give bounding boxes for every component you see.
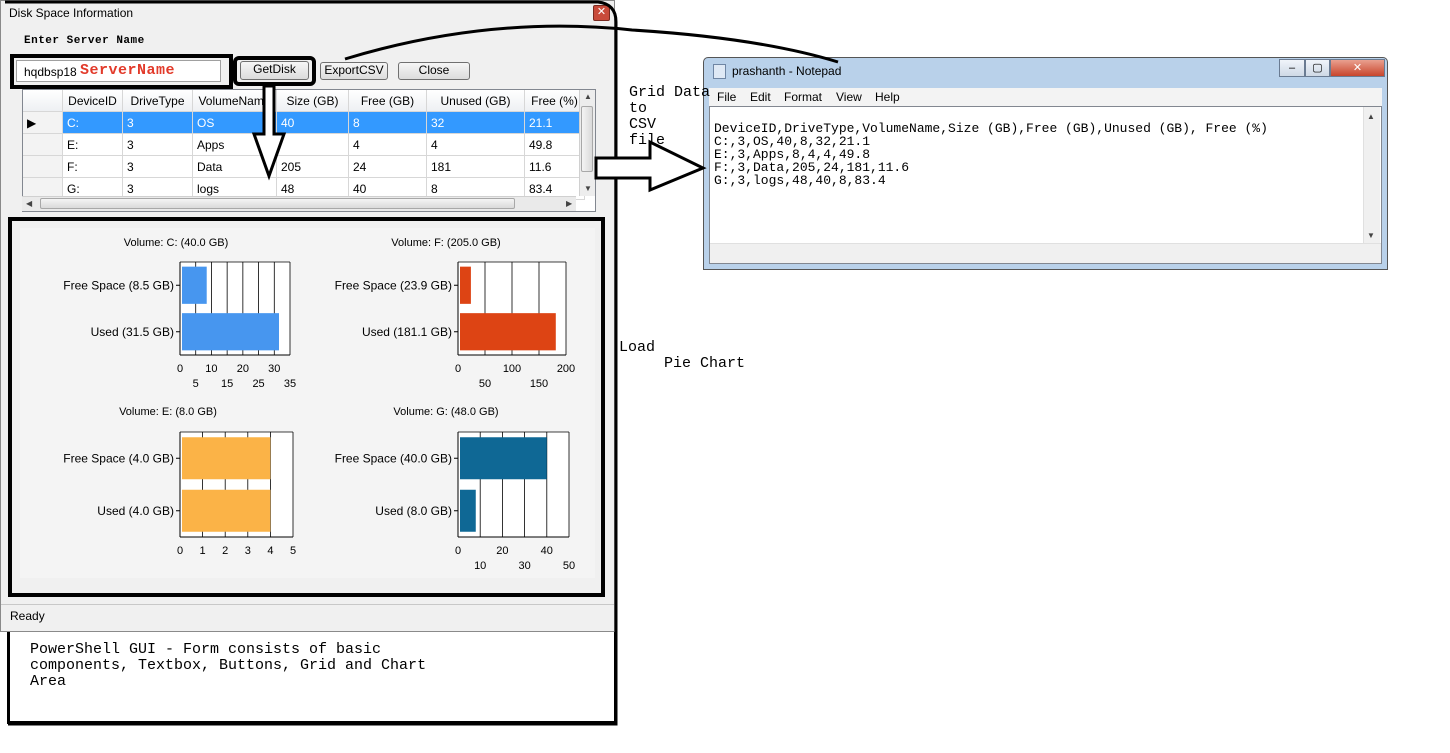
load-chart-annotation: Load Pie Chart xyxy=(619,339,746,372)
tick-label: 30 xyxy=(518,560,530,572)
scroll-down-arrow-icon[interactable]: ▼ xyxy=(1367,231,1375,240)
caption-text: PowerShell GUI - Form consists of basic … xyxy=(30,641,427,690)
menu-file[interactable]: File xyxy=(717,90,736,104)
notepad-csv-text: DeviceID,DriveType,VolumeName,Size (GB),… xyxy=(714,109,1268,187)
notepad-window-controls: – ▢ ✕ xyxy=(1279,59,1385,78)
tick-label: 5 xyxy=(290,545,296,557)
status-bar xyxy=(1,604,614,630)
tick-label: 0 xyxy=(455,363,461,375)
bar xyxy=(182,489,271,532)
tick-label: 35 xyxy=(284,378,296,390)
tick-label: 200 xyxy=(557,363,575,375)
bar xyxy=(460,437,547,480)
category-label: Free Space (4.0 GB) xyxy=(63,451,174,465)
bar xyxy=(182,266,207,304)
status-text: Ready xyxy=(10,609,45,623)
close-icon[interactable]: ✕ xyxy=(1330,59,1385,77)
maximize-icon[interactable]: ▢ xyxy=(1305,59,1330,77)
tick-label: 3 xyxy=(245,545,251,557)
tick-label: 5 xyxy=(193,378,199,390)
csv-line: G:,3,logs,48,40,8,83.4 xyxy=(714,173,886,188)
category-label: Used (181.1 GB) xyxy=(362,325,452,339)
menu-edit[interactable]: Edit xyxy=(750,90,771,104)
tick-label: 30 xyxy=(268,363,280,375)
bar xyxy=(460,313,556,351)
grid-to-csv-annotation: Grid Data to CSV file xyxy=(629,84,711,149)
tick-label: 1 xyxy=(200,545,206,557)
tick-label: 4 xyxy=(267,545,273,557)
notepad-footer xyxy=(710,243,1381,263)
menu-format[interactable]: Format xyxy=(784,90,822,104)
bar xyxy=(182,437,271,480)
charts-canvas: Volume: C: (40.0 GB) Free Space (8.5 GB) U… xyxy=(63,237,575,572)
tick-label: 0 xyxy=(455,545,461,557)
tick-label: 25 xyxy=(252,378,264,390)
category-label: Free Space (8.5 GB) xyxy=(63,278,174,292)
menu-view[interactable]: View xyxy=(836,90,862,104)
category-label: Used (31.5 GB) xyxy=(91,325,174,339)
notepad-vertical-scrollbar[interactable] xyxy=(1363,107,1380,243)
menu-help[interactable]: Help xyxy=(875,90,900,104)
tick-label: 50 xyxy=(479,378,491,390)
bar xyxy=(460,266,471,304)
tick-label: 15 xyxy=(221,378,233,390)
chart-title: Volume: E: (8.0 GB) xyxy=(119,406,217,418)
tick-label: 100 xyxy=(503,363,521,375)
notepad-title: prashanth - Notepad xyxy=(732,64,842,78)
scroll-up-arrow-icon[interactable]: ▲ xyxy=(1367,112,1375,121)
category-label: Free Space (40.0 GB) xyxy=(335,451,452,465)
tick-label: 2 xyxy=(222,545,228,557)
category-label: Used (4.0 GB) xyxy=(97,504,174,518)
tick-label: 150 xyxy=(530,378,548,390)
category-label: Used (8.0 GB) xyxy=(375,504,452,518)
bar xyxy=(182,313,279,351)
tick-label: 10 xyxy=(205,363,217,375)
chart-title: Volume: G: (48.0 GB) xyxy=(393,406,498,418)
chart-title: Volume: C: (40.0 GB) xyxy=(124,237,229,249)
chart-title: Volume: F: (205.0 GB) xyxy=(391,237,500,249)
tick-label: 40 xyxy=(541,545,553,557)
tick-label: 10 xyxy=(474,560,486,572)
tick-label: 50 xyxy=(563,560,575,572)
category-label: Free Space (23.9 GB) xyxy=(335,278,452,292)
minimize-icon[interactable]: – xyxy=(1279,59,1305,77)
tick-label: 0 xyxy=(177,363,183,375)
tick-label: 0 xyxy=(177,545,183,557)
tick-label: 20 xyxy=(237,363,249,375)
bar xyxy=(460,489,476,532)
tick-label: 20 xyxy=(496,545,508,557)
notepad-icon xyxy=(713,64,726,79)
